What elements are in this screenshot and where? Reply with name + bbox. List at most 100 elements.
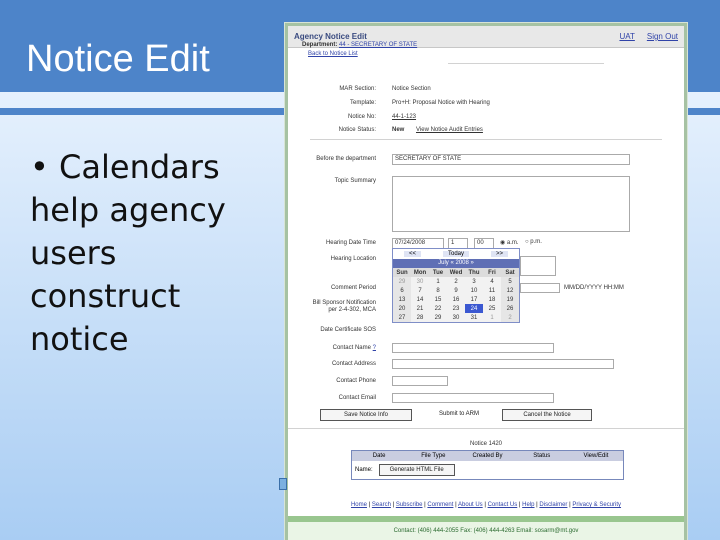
footer-link[interactable]: Home	[351, 502, 367, 508]
divider	[448, 63, 604, 64]
calendar-day[interactable]: 5	[501, 277, 519, 286]
date-picker-calendar[interactable]: << Today >> July « 2008 » Sun Mon Tue Wed Th…	[392, 248, 520, 323]
calendar-day[interactable]: 11	[483, 286, 501, 295]
calendar-day[interactable]: 30	[447, 313, 465, 322]
before-dept-label: Before the department	[316, 156, 376, 162]
calendar-day[interactable]: 2	[447, 277, 465, 286]
slide-title: Notice Edit	[26, 38, 210, 80]
contact-name-label: Contact Name ?	[288, 345, 376, 351]
calendar-day[interactable]: 9	[447, 286, 465, 295]
contact-address-field[interactable]	[392, 359, 614, 369]
calendar-day[interactable]: 1	[483, 313, 501, 322]
footer-link[interactable]: Disclaimer	[539, 502, 567, 508]
back-to-list-link[interactable]: Back to Notice List	[308, 51, 358, 57]
calendar-day[interactable]: 10	[465, 286, 483, 295]
calendar-day[interactable]: 21	[411, 304, 429, 313]
calendar-day[interactable]: 26	[501, 304, 519, 313]
calendar-day[interactable]: 30	[411, 277, 429, 286]
calendar-day[interactable]: 17	[465, 295, 483, 304]
notice-number-label: Notice 1420	[469, 441, 503, 447]
calendar-day[interactable]: 3	[465, 277, 483, 286]
before-dept-field[interactable]: SECRETARY OF STATE	[392, 154, 630, 165]
calendar-day[interactable]: 15	[429, 295, 447, 304]
weekday-header: Wed	[447, 268, 465, 277]
bullet-line: notice	[30, 320, 129, 358]
prev-year-button[interactable]: <<	[403, 251, 421, 257]
calendar-day[interactable]: 4	[483, 277, 501, 286]
contact-phone-label: Contact Phone	[336, 378, 376, 384]
date-certificate-label: Date Certificate SOS	[320, 327, 376, 333]
department-row: Department: 44 - SECRETARY OF STATE	[302, 42, 417, 48]
department-link[interactable]: 44 - SECRETARY OF STATE	[339, 42, 417, 48]
bullet-line: users	[30, 234, 117, 272]
am-radio[interactable]: ◉ a.m.	[500, 239, 519, 246]
next-year-button[interactable]: >>	[490, 251, 508, 257]
app-screenshot: Agency Notice Edit UAT Sign Out Departme…	[279, 23, 687, 540]
footer-link[interactable]: About Us	[458, 502, 483, 508]
generate-html-button[interactable]: Generate HTML File	[378, 464, 455, 476]
calendar-day[interactable]: 22	[429, 304, 447, 313]
calendar-day[interactable]: 2	[501, 313, 519, 322]
footer-link[interactable]: Help	[522, 502, 534, 508]
submit-arm-button[interactable]: Submit to ARM	[424, 409, 494, 421]
cancel-notice-button[interactable]: Cancel the Notice	[502, 409, 592, 421]
template-label: Template:	[349, 100, 376, 106]
calendar-day[interactable]: 13	[393, 295, 411, 304]
department-label: Department:	[302, 42, 338, 48]
calendar-day[interactable]: 28	[411, 313, 429, 322]
contact-name-field[interactable]	[392, 343, 554, 353]
weekday-header: Tue	[429, 268, 447, 277]
calendar-day[interactable]: 29	[393, 277, 411, 286]
contact-email-field[interactable]	[392, 393, 554, 403]
template-value: Pro+H: Proposal Notice with Hearing	[392, 100, 490, 106]
calendar-day[interactable]: 24	[465, 304, 483, 313]
footer-link[interactable]: Subscribe	[396, 502, 423, 508]
column-header: Created By	[472, 453, 503, 459]
contact-email-label: Contact Email	[338, 395, 376, 401]
am-label: a.m.	[506, 240, 519, 246]
comment-period-field[interactable]	[520, 283, 560, 293]
audit-entries-link[interactable]: View Notice Audit Entries	[416, 127, 483, 133]
calendar-grid: Sun Mon Tue Wed Thu Fri Sat 29 30 1 2 3 4 5 6 7 8 9 10 11 1…	[393, 268, 519, 322]
calendar-day[interactable]: 29	[429, 313, 447, 322]
calendar-day[interactable]: 8	[429, 286, 447, 295]
divider	[310, 139, 662, 140]
sign-out-link[interactable]: Sign Out	[647, 32, 678, 41]
contact-name-help-link[interactable]: ?	[373, 345, 376, 351]
column-header: View/Edit	[583, 453, 609, 459]
today-button[interactable]: Today	[442, 251, 469, 257]
topic-summary-field[interactable]	[392, 176, 630, 232]
notice-status-value: New	[392, 127, 405, 133]
hearing-location-field[interactable]	[520, 256, 556, 276]
footer-link[interactable]: Search	[372, 502, 391, 508]
slide-bullet: • Calendars help agency users construct …	[30, 146, 280, 361]
date-format-hint: MM/DD/YYYY HH:MM	[564, 285, 624, 291]
scroll-tab[interactable]	[279, 478, 287, 490]
calendar-day[interactable]: 6	[393, 286, 411, 295]
calendar-day[interactable]: 23	[447, 304, 465, 313]
weekday-header: Thu	[465, 268, 483, 277]
calendar-day[interactable]: 25	[483, 304, 501, 313]
calendar-day[interactable]: 20	[393, 304, 411, 313]
calendar-day[interactable]: 18	[483, 295, 501, 304]
footer-link[interactable]: Contact Us	[488, 502, 518, 508]
hearing-location-label: Hearing Location	[330, 256, 376, 262]
uat-link[interactable]: UAT	[619, 32, 634, 41]
contact-phone-field[interactable]	[392, 376, 448, 386]
notice-no-link[interactable]: 44-1-123	[392, 114, 416, 120]
calendar-day[interactable]: 27	[393, 313, 411, 322]
calendar-day[interactable]: 1	[429, 277, 447, 286]
calendar-day[interactable]: 7	[411, 286, 429, 295]
calendar-day[interactable]: 12	[501, 286, 519, 295]
footer-link[interactable]: Privacy & Security	[572, 502, 621, 508]
calendar-day[interactable]: 14	[411, 295, 429, 304]
bullet-line: construct	[30, 277, 181, 315]
save-notice-button[interactable]: Save Notice Info	[320, 409, 412, 421]
calendar-day[interactable]: 31	[465, 313, 483, 322]
footer-link[interactable]: Comment	[427, 502, 453, 508]
contact-name-label-text: Contact Name	[332, 345, 371, 351]
footer-nav: Home | Search | Subscribe | Comment | Ab…	[288, 502, 684, 508]
calendar-day[interactable]: 19	[501, 295, 519, 304]
pm-radio[interactable]: ○ p.m.	[525, 239, 542, 245]
calendar-day[interactable]: 16	[447, 295, 465, 304]
